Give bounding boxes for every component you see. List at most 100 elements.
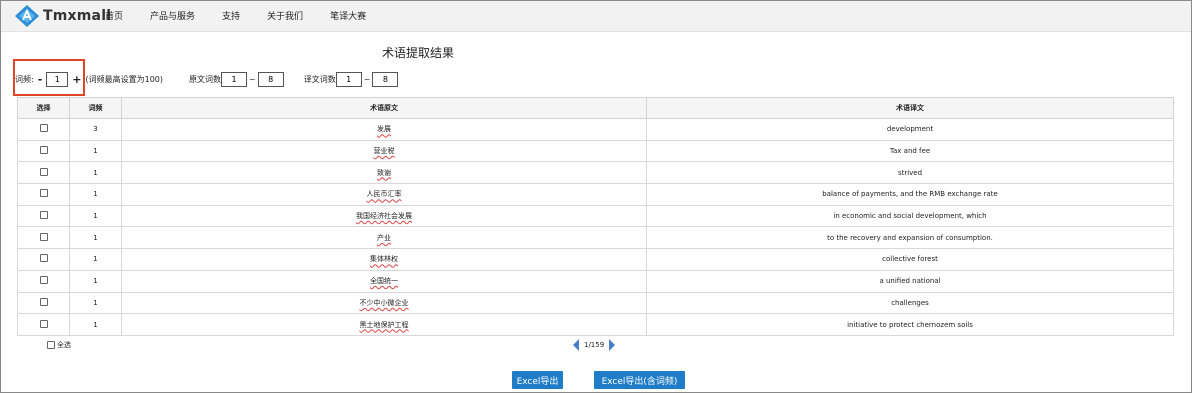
row-select-cell	[17, 313, 70, 336]
target-max-input[interactable]	[372, 71, 399, 87]
nav-home[interactable]: 首页	[105, 9, 123, 22]
select-all-checkbox[interactable]	[47, 341, 55, 349]
row-frequency: 1	[69, 226, 122, 250]
table-row: 1 人民币汇率 balance of payments, and the RMB e…	[17, 183, 1174, 206]
row-frequency: 1	[69, 161, 122, 185]
row-frequency: 3	[69, 118, 122, 141]
range-separator: ~	[363, 74, 371, 84]
source-max-input[interactable]	[257, 71, 284, 87]
nav-products[interactable]: 产品与服务	[150, 9, 195, 22]
filter-row: 词频: - + (词频最高设置为100) 原文词数 ~ 译文词数 ~	[15, 71, 399, 87]
tmxmall-logo-icon	[15, 5, 39, 27]
row-frequency: 1	[69, 183, 122, 206]
row-source-term-cell: 致谢	[121, 161, 647, 185]
table-row: 1 集体林权 collective forest	[17, 248, 1174, 271]
row-source-term: 我国经济社会发展	[356, 212, 412, 221]
excel-export-with-frequency-button[interactable]: Excel导出(含词频)	[594, 371, 685, 389]
next-page-icon[interactable]	[609, 339, 616, 351]
row-target-term: Tax and fee	[646, 139, 1174, 163]
row-target-term: development	[646, 118, 1174, 141]
main-nav: 首页 产品与服务 支持 关于我们 笔译大赛	[105, 9, 393, 22]
row-checkbox[interactable]	[39, 276, 48, 285]
top-nav-bar: Tmxmall 首页 产品与服务 支持 关于我们 笔译大赛	[1, 1, 1191, 32]
row-source-term-cell: 产业	[121, 226, 647, 250]
row-checkbox[interactable]	[39, 146, 48, 155]
row-checkbox[interactable]	[39, 254, 48, 263]
row-select-cell	[17, 248, 70, 271]
row-source-term: 集体林权	[370, 255, 398, 264]
excel-export-button[interactable]: Excel导出	[512, 371, 563, 389]
row-source-term: 全国统一	[370, 277, 398, 286]
row-source-term-cell: 黑土地保护工程	[121, 313, 647, 336]
row-checkbox[interactable]	[39, 167, 48, 176]
row-checkbox[interactable]	[39, 211, 48, 220]
row-frequency: 1	[69, 248, 122, 271]
pagination: 1/159	[573, 339, 616, 351]
row-source-term-cell: 集体林权	[121, 248, 647, 271]
row-source-term: 致谢	[377, 168, 391, 177]
row-target-term: balance of payments, and the RMB exchang…	[646, 183, 1174, 206]
source-word-count-label: 原文词数	[189, 74, 222, 84]
frequency-note: (词频最高设置为100)	[85, 74, 164, 84]
row-select-cell	[17, 269, 70, 293]
frequency-input[interactable]	[46, 71, 69, 87]
row-source-term-cell: 发展	[121, 118, 647, 141]
table-row: 1 黑土地保护工程 initiative to protect chernozem …	[17, 313, 1174, 336]
terms-table: 选择 词频 术语原文 术语译文 3 发展 development 1 营业税 Tax an…	[17, 97, 1174, 336]
frequency-decrement-button[interactable]: -	[38, 74, 43, 85]
page-title: 术语提取结果	[381, 46, 454, 60]
logo[interactable]: Tmxmall	[14, 4, 111, 28]
select-all-label: 全选	[57, 341, 71, 349]
table-body: 3 发展 development 1 营业税 Tax and fee 1 致谢 strived 1…	[17, 118, 1174, 336]
row-checkbox[interactable]	[39, 124, 48, 133]
row-frequency: 1	[69, 204, 122, 228]
table-row: 3 发展 development	[17, 118, 1174, 141]
target-word-count-label: 译文词数	[303, 74, 336, 84]
table-row: 1 我国经济社会发展 in economic and social developm…	[17, 204, 1174, 228]
col-header-frequency: 词频	[69, 97, 122, 119]
frequency-increment-button[interactable]: +	[72, 74, 81, 85]
row-target-term: collective forest	[646, 248, 1174, 271]
row-frequency: 1	[69, 313, 122, 336]
logo-text: Tmxmall	[43, 8, 112, 24]
table-row: 1 产业 to the recovery and expansion of cons…	[17, 226, 1174, 250]
row-source-term-cell: 全国统一	[121, 269, 647, 293]
table-header-row: 选择 词频 术语原文 术语译文	[17, 97, 1174, 119]
row-source-term: 人民币汇率	[366, 190, 402, 199]
row-select-cell	[17, 139, 70, 163]
row-select-cell	[17, 204, 70, 228]
row-select-cell	[17, 226, 70, 250]
page-indicator: 1/159	[584, 341, 605, 349]
row-checkbox[interactable]	[39, 297, 48, 306]
row-source-term-cell: 不少中小微企业	[121, 291, 647, 315]
table-row: 1 不少中小微企业 challenges	[17, 291, 1174, 315]
row-target-term: challenges	[646, 291, 1174, 315]
prev-page-icon[interactable]	[573, 339, 579, 351]
source-min-input[interactable]	[221, 71, 248, 87]
nav-contest[interactable]: 笔译大赛	[330, 9, 366, 22]
row-frequency: 1	[69, 139, 122, 163]
nav-support[interactable]: 支持	[222, 9, 240, 22]
frequency-label: 词频:	[15, 74, 34, 84]
table-row: 1 全国统一 a unified national	[17, 269, 1174, 293]
row-select-cell	[17, 118, 70, 141]
row-source-term: 黑土地保护工程	[359, 320, 409, 329]
row-checkbox[interactable]	[39, 189, 48, 198]
row-select-cell	[17, 291, 70, 315]
row-source-term-cell: 人民币汇率	[121, 183, 647, 206]
table-row: 1 致谢 strived	[17, 161, 1174, 185]
row-source-term-cell: 营业税	[121, 139, 647, 163]
col-header-source-term: 术语原文	[121, 97, 647, 119]
row-source-term: 营业税	[373, 147, 395, 156]
row-target-term: a unified national	[646, 269, 1174, 293]
target-min-input[interactable]	[335, 71, 362, 87]
table-row: 1 营业税 Tax and fee	[17, 139, 1174, 163]
row-source-term: 产业	[377, 233, 391, 242]
row-checkbox[interactable]	[39, 232, 48, 241]
select-all[interactable]: 全选	[47, 340, 71, 350]
nav-about[interactable]: 关于我们	[267, 9, 303, 22]
row-source-term: 不少中小微企业	[359, 298, 409, 307]
row-checkbox[interactable]	[39, 319, 48, 328]
col-header-select: 选择	[17, 97, 70, 119]
row-source-term: 发展	[377, 125, 391, 134]
